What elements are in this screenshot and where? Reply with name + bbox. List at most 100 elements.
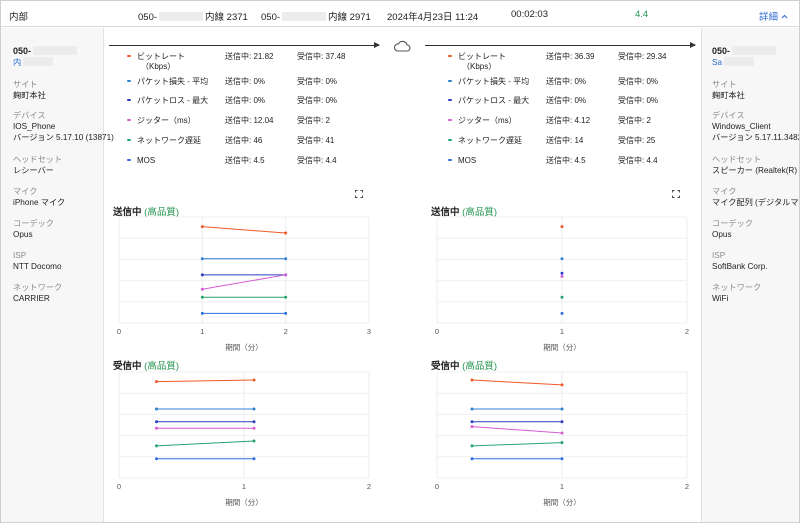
send-value: 送信中: 0% [225,96,266,105]
x-axis-label: 期間（分） [543,343,581,352]
recv-value: 受信中: 41 [297,136,335,145]
data-point [252,378,256,382]
data-point [284,231,288,235]
chevron-up-icon [781,14,788,19]
left-mic: マイク iPhone マイク [13,187,66,207]
series-line [471,379,563,386]
recv-value: 受信中: 0% [618,96,659,105]
data-point [560,441,564,445]
data-point [560,271,564,275]
send-value: 送信中: 0% [546,96,587,105]
data-point [560,383,564,387]
series-color-swatch [127,159,131,161]
x-tick-label: 2 [685,482,689,491]
data-point [284,295,288,299]
right-mic: マイクマイク配列 (デジタルマイ... [712,187,798,207]
data-point [284,257,288,261]
chart-title-recv-left: 受信中 (高品質) [113,361,179,372]
series-color-swatch [448,139,452,141]
data-point [470,378,474,382]
series-color-swatch [448,119,452,121]
metric-name: パケットロス - 最大 [137,96,209,105]
series-line [471,426,563,434]
data-point [560,431,564,435]
recv-value: 受信中: 0% [618,77,659,86]
details-toggle[interactable]: 詳細 [759,9,788,23]
recv-value: 受信中: 4.4 [297,156,337,165]
metric-name: ジッター（ms） [458,116,517,125]
call-duration: 00:02:03 [511,9,548,20]
series-color-swatch [127,80,131,82]
arrow-head-icon [374,42,380,48]
data-point [560,311,564,315]
redacted-name [23,57,54,66]
data-point [560,407,564,411]
left-phone-sub[interactable]: 内 [13,57,55,68]
x-tick-label: 1 [200,327,204,336]
x-axis-label: 期間（分） [543,498,581,507]
arrow-head-icon [690,42,696,48]
redacted-number [159,12,204,21]
chart-title-send-left: 送信中 (高品質) [113,207,179,218]
cloud-icon [393,39,411,57]
recv-value: 受信中: 37.48 [297,52,346,61]
series-color-swatch [448,159,452,161]
data-point [252,457,256,461]
data-point [560,257,564,261]
chart-title-send-right: 送信中 (高品質) [431,207,497,218]
series-line [156,440,255,447]
right-codec: コーデック Opus [712,219,753,239]
data-point [155,426,158,430]
mos-score: 4.4 [635,9,649,20]
series-color-swatch [127,139,131,141]
x-tick-label: 2 [284,327,288,336]
recv-value: 受信中: 0% [297,96,338,105]
expand-icon[interactable] [355,190,363,198]
caller-b: 050- 内線 2971 [261,12,371,23]
data-point [560,225,564,229]
series-color-swatch [127,55,131,57]
metric-name: パケットロス - 最大 [458,96,530,105]
recv-chart-right: 0 1 2 期間（分） [435,371,689,507]
metric-name: ビットレート （Kbps） [137,52,185,71]
right-isp: ISP SoftBank Corp. [712,251,768,271]
series-color-swatch [127,119,131,121]
series-color-swatch [127,99,131,101]
data-point [252,420,256,424]
send-value: 送信中: 4.5 [225,156,265,165]
left-phone: 050- [13,46,79,57]
redacted-name [724,57,755,66]
data-point [470,457,474,461]
x-tick-label: 3 [367,327,371,336]
metric-name: ネットワーク遅延 [137,136,201,145]
expand-icon[interactable] [672,190,680,198]
metric-row: MOS 送信中: 4.5 受信中: 4.4 [127,156,372,178]
metric-name: ビットレート （Kbps） [458,52,506,71]
left-network: ネットワーク CARRIER [13,283,63,303]
metric-row: ネットワーク遅延 送信中: 46 受信中: 41 [127,136,372,158]
call-datetime: 2024年4月23日 11:24 [387,12,479,23]
x-tick-label: 0 [435,482,439,491]
send-value: 送信中: 12.04 [225,116,274,125]
series-line [202,274,286,290]
send-value: 送信中: 46 [225,136,263,145]
redacted-number [33,46,78,55]
metric-name: ジッター（ms） [137,116,196,125]
x-tick-label: 1 [242,482,246,491]
left-participant-panel: 050- 内 サイト 麹町本社 デバイス IOS_Phone バージョン 5.17.1… [1,28,114,522]
metric-row: ジッター（ms） 送信中: 12.04 受信中: 2 [127,116,372,138]
left-codec: コーデック Opus [13,219,54,239]
x-tick-label: 2 [367,482,371,491]
x-tick-label: 2 [685,327,689,336]
recv-value: 受信中: 2 [618,116,651,125]
left-site: サイト 麹町本社 [13,80,46,100]
right-phone-sub[interactable]: Sa [712,57,756,68]
data-point [155,444,158,448]
data-point [200,311,204,315]
data-point [470,420,474,424]
right-headset: ヘッドセット スピーカー (Realtek(R) ... [712,155,798,175]
send-value: 送信中: 0% [546,77,587,86]
data-point [470,425,474,429]
data-point [155,407,158,411]
data-point [155,420,158,424]
